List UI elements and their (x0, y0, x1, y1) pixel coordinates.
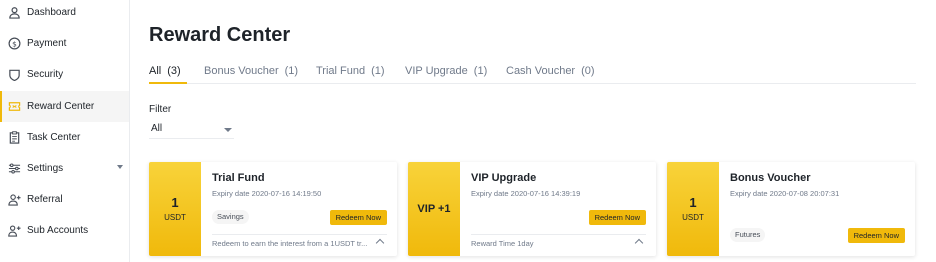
tab-label: Trial Fund (316, 65, 366, 77)
dollar-icon: $ (8, 37, 21, 50)
tab-label: Cash Voucher (506, 65, 576, 77)
badge-value: 1 (171, 195, 179, 210)
sidebar-item-security[interactable]: Security (0, 59, 129, 90)
clipboard-icon (8, 131, 21, 144)
tab-bonus-voucher[interactable]: Bonus Voucher (1) (204, 64, 298, 84)
shield-icon (8, 68, 21, 81)
tab-all[interactable]: All (3) (149, 64, 187, 84)
card-note: Reward Time 1day (471, 239, 534, 248)
card-note: Redeem to earn the interest from a 1USDT… (212, 239, 368, 248)
sidebar-item-label: Sub Accounts (27, 225, 89, 236)
reward-card-vip-upgrade: VIP +1 VIP Upgrade Expiry date 2020-07-1… (408, 162, 656, 256)
sidebar-item-label: Settings (27, 163, 64, 174)
sidebar-item-label: Dashboard (27, 7, 76, 18)
reward-badge: 1 USDT (667, 162, 719, 256)
sidebar-item-settings[interactable]: Settings (0, 153, 129, 184)
svg-text:$: $ (12, 39, 17, 48)
badge-unit: USDT (164, 213, 186, 222)
chevron-up-icon[interactable] (375, 238, 385, 248)
tab-label: All (149, 65, 162, 77)
card-title: VIP Upgrade (471, 172, 537, 184)
user-icon (8, 6, 21, 19)
tab-vip-upgrade[interactable]: VIP Upgrade (1) (405, 64, 487, 84)
chevron-down-icon (117, 165, 123, 169)
card-tag: Savings (212, 210, 249, 224)
reward-badge: 1 USDT (149, 162, 201, 256)
sidebar-item-task-center[interactable]: Task Center (0, 122, 129, 153)
reward-card-bonus-voucher: 1 USDT Bonus Voucher Expiry date 2020-07… (667, 162, 915, 256)
tab-count: (1) (371, 65, 385, 77)
badge-value: 1 (689, 195, 697, 210)
sidebar-item-payment[interactable]: $ Payment (0, 28, 129, 59)
user-plus-icon (8, 193, 21, 206)
redeem-button[interactable]: Redeem Now (329, 210, 387, 225)
tab-label: Bonus Voucher (204, 65, 279, 77)
reward-badge: VIP +1 (408, 162, 460, 256)
sidebar-item-label: Reward Center (27, 101, 95, 112)
caret-down-icon (224, 128, 232, 132)
card-expiry: Expiry date 2020-07-16 14:19:50 (212, 189, 322, 198)
sidebar-item-label: Security (27, 69, 64, 80)
users-icon (8, 224, 21, 237)
redeem-button[interactable]: Redeem Now (588, 210, 646, 225)
card-tag: Futures (730, 228, 766, 242)
filter-label: Filter (149, 104, 172, 115)
card-title: Trial Fund (212, 172, 265, 184)
tab-cash-voucher[interactable]: Cash Voucher (0) (506, 64, 595, 84)
sidebar-item-sub-accounts[interactable]: Sub Accounts (0, 215, 129, 246)
chevron-up-icon[interactable] (634, 238, 644, 248)
card-expiry: Expiry date 2020-07-08 20:07:31 (730, 189, 840, 198)
card-expiry: Expiry date 2020-07-16 14:39:19 (471, 189, 581, 198)
reward-card-trial-fund: 1 USDT Trial Fund Expiry date 2020-07-16… (149, 162, 397, 256)
tab-label: VIP Upgrade (405, 65, 468, 77)
sidebar-item-label: Payment (27, 38, 67, 49)
filter-value: All (151, 123, 163, 134)
divider (212, 234, 387, 235)
badge-value: VIP +1 (417, 203, 451, 215)
sidebar-item-dashboard[interactable]: Dashboard (0, 0, 129, 28)
card-title: Bonus Voucher (730, 172, 811, 184)
tab-count: (0) (581, 65, 595, 77)
settings-icon (8, 162, 21, 175)
tab-count: (1) (284, 65, 299, 77)
tab-bar: All (3) Bonus Voucher (1) Trial Fund (1) VI… (149, 64, 916, 84)
badge-unit: USDT (682, 213, 704, 222)
page-title: Reward Center (149, 24, 291, 46)
redeem-button[interactable]: Redeem Now (847, 228, 905, 243)
sidebar-item-label: Task Center (27, 132, 81, 143)
divider (471, 234, 646, 235)
tab-count: (3) (167, 65, 181, 77)
filter-dropdown[interactable]: All (149, 121, 234, 139)
tab-trial-fund[interactable]: Trial Fund (1) (316, 64, 385, 84)
sidebar-item-reward-center[interactable]: Reward Center (0, 91, 129, 122)
sidebar: Dashboard $ Payment Security Reward Cent… (0, 0, 130, 262)
ticket-icon (8, 100, 21, 113)
sidebar-item-label: Referral (27, 194, 63, 205)
tab-count: (1) (473, 65, 488, 77)
sidebar-item-referral[interactable]: Referral (0, 184, 129, 215)
